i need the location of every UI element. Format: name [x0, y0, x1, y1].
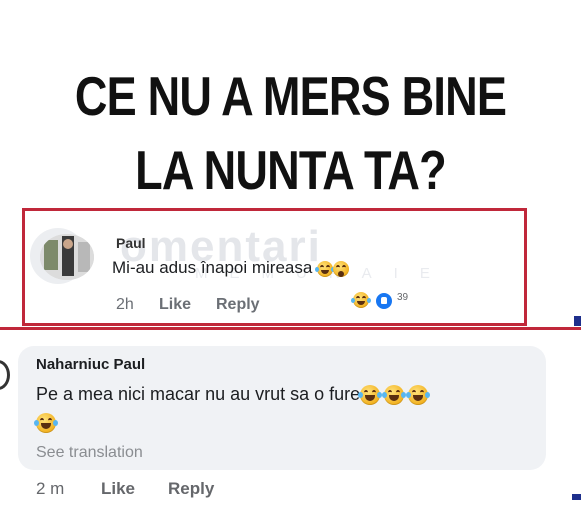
- edge-decoration-bottom: [572, 494, 581, 500]
- avatar[interactable]: [40, 234, 94, 280]
- avatar-photo-icon: [40, 234, 94, 280]
- headline-line-1: CE NU A MERS BINE: [74, 65, 507, 127]
- highlight-underline: [0, 327, 581, 330]
- comment-text-body: Pe a mea nici macar nu au vrut sa o fure: [36, 384, 361, 404]
- comment-author[interactable]: Naharniuc Paul: [36, 356, 145, 373]
- comment-text: Pe a mea nici macar nu au vrut sa o fure: [34, 384, 431, 433]
- laughing-crying-emoji-icon: [358, 385, 383, 406]
- laughing-crying-emoji-icon: [34, 412, 58, 433]
- laughing-crying-emoji-icon: [382, 385, 407, 406]
- headline-line-2: LA NUNTA TA?: [135, 139, 447, 201]
- reaction-count: 39: [397, 292, 409, 303]
- wow-emoji-icon: [333, 260, 350, 277]
- reply-button[interactable]: Reply: [168, 479, 214, 499]
- laughing-crying-emoji-icon: [315, 260, 336, 277]
- like-reaction-icon: [375, 292, 393, 310]
- comment-timestamp: 2h: [116, 296, 134, 313]
- laughing-crying-emoji-icon: [406, 385, 431, 406]
- like-button[interactable]: Like: [101, 479, 135, 499]
- like-button[interactable]: Like: [159, 296, 191, 314]
- comment-author[interactable]: Paul: [116, 235, 146, 251]
- laughing-crying-emoji-icon: [351, 292, 371, 308]
- edge-decoration: [574, 316, 581, 326]
- comment-timestamp: 2 m: [36, 479, 65, 498]
- avatar[interactable]: [0, 360, 10, 390]
- reply-button[interactable]: Reply: [216, 296, 260, 314]
- see-translation-link[interactable]: See translation: [36, 444, 143, 462]
- comment-text-body: Mi-au adus înapoi mireasa: [112, 258, 313, 277]
- comment-text: Mi-au adus înapoi mireasa: [112, 258, 350, 278]
